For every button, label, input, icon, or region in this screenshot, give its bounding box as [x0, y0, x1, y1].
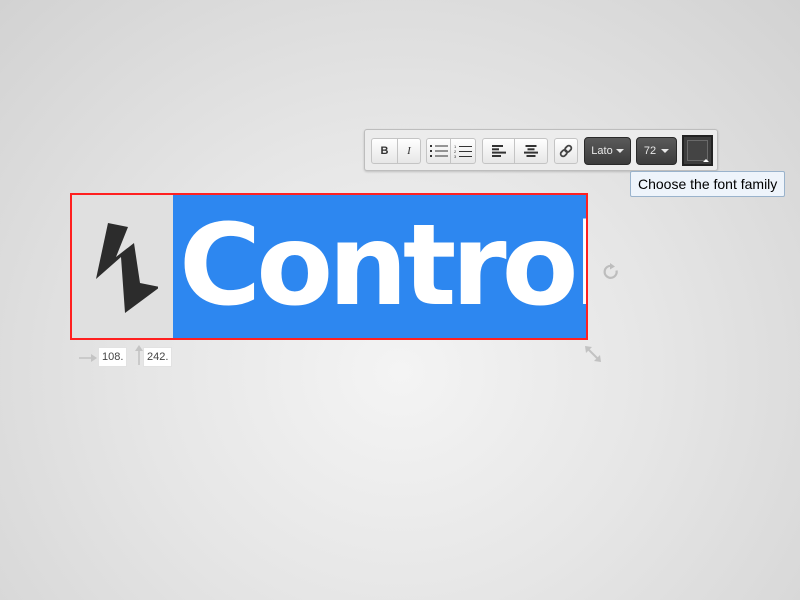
text-color-button[interactable]	[682, 135, 713, 166]
svg-text:3: 3	[454, 154, 457, 159]
resize-handle[interactable]	[583, 344, 603, 369]
font-family-dropdown[interactable]: Lato	[584, 137, 631, 165]
resize-diagonal-icon	[585, 346, 601, 362]
text-formatting-toolbar: B I 1 2 3 Lato 72	[364, 129, 718, 171]
rotate-handle[interactable]	[601, 262, 621, 287]
bulleted-list-icon	[429, 145, 448, 157]
color-picker-icon	[703, 159, 709, 162]
arrow-right-icon	[79, 350, 97, 368]
font-size-dropdown[interactable]: 72	[636, 137, 677, 165]
selected-text-element[interactable]: Control	[70, 193, 588, 340]
lightning-bolt-icon	[96, 223, 158, 313]
font-size-value: 72	[643, 145, 657, 157]
numbered-list-button[interactable]: 1 2 3	[451, 138, 476, 164]
bold-button[interactable]: B	[371, 138, 398, 164]
font-family-value: Lato	[591, 145, 613, 157]
bold-label: B	[380, 145, 389, 157]
color-swatch	[687, 140, 708, 161]
insert-link-button[interactable]	[554, 138, 578, 164]
x-position-input[interactable]	[99, 348, 126, 366]
chevron-down-icon	[661, 149, 670, 153]
link-icon	[559, 144, 573, 158]
chevron-down-icon	[615, 149, 624, 153]
logo-area	[72, 195, 173, 338]
align-center-button[interactable]	[515, 138, 548, 164]
align-center-icon	[524, 145, 538, 157]
y-position-input[interactable]	[144, 348, 171, 366]
bulleted-list-button[interactable]	[426, 138, 451, 164]
font-family-tooltip: Choose the font family	[630, 171, 786, 197]
headline-text: Control	[179, 201, 586, 331]
align-left-icon	[491, 145, 506, 157]
italic-label: I	[407, 145, 411, 157]
numbered-list-icon: 1 2 3	[454, 144, 472, 159]
italic-button[interactable]: I	[398, 138, 421, 164]
rotate-icon	[603, 263, 618, 279]
text-block[interactable]: Control	[173, 195, 586, 338]
arrow-up-icon	[134, 345, 144, 370]
align-left-button[interactable]	[482, 138, 515, 164]
